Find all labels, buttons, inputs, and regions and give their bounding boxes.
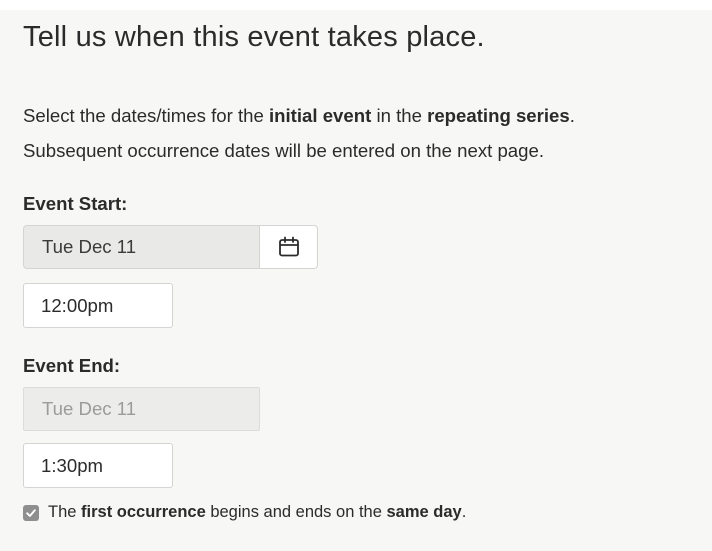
event-start-time-field[interactable]: 12:00pm xyxy=(23,283,173,328)
event-start-date-group: Tue Dec 11 xyxy=(23,225,318,269)
calendar-icon xyxy=(278,236,299,257)
same-day-emphasis: same day xyxy=(386,503,462,521)
event-start-calendar-button[interactable] xyxy=(260,225,318,269)
instructions-line-1: Select the dates/times for the initial e… xyxy=(23,105,575,126)
repeating-series-emphasis: repeating series xyxy=(427,105,570,126)
instructions-text: Select the dates/times for the initial e… xyxy=(23,98,712,168)
event-start-date-field[interactable]: Tue Dec 11 xyxy=(23,225,260,269)
event-end-date-group: Tue Dec 11 xyxy=(23,387,260,431)
same-day-checkbox[interactable] xyxy=(23,504,39,521)
page-title: Tell us when this event takes place. xyxy=(23,21,485,53)
initial-event-emphasis: initial event xyxy=(268,105,372,126)
event-start-label: Event Start: xyxy=(23,193,128,214)
event-end-date-field: Tue Dec 11 xyxy=(23,387,260,431)
event-end-label: Event End: xyxy=(23,355,121,376)
checkmark-icon xyxy=(26,508,36,517)
same-day-option: The first occurrence begins and ends on … xyxy=(23,503,466,522)
first-occurrence-emphasis: first occurrence xyxy=(81,503,206,521)
event-time-panel: Tell us when this event takes place. Sel… xyxy=(0,10,712,551)
event-end-time-field[interactable]: 1:30pm xyxy=(23,443,173,488)
same-day-label[interactable]: The first occurrence begins and ends on … xyxy=(48,503,466,522)
instructions-line-2: Subsequent occurrence dates will be ente… xyxy=(23,140,544,161)
